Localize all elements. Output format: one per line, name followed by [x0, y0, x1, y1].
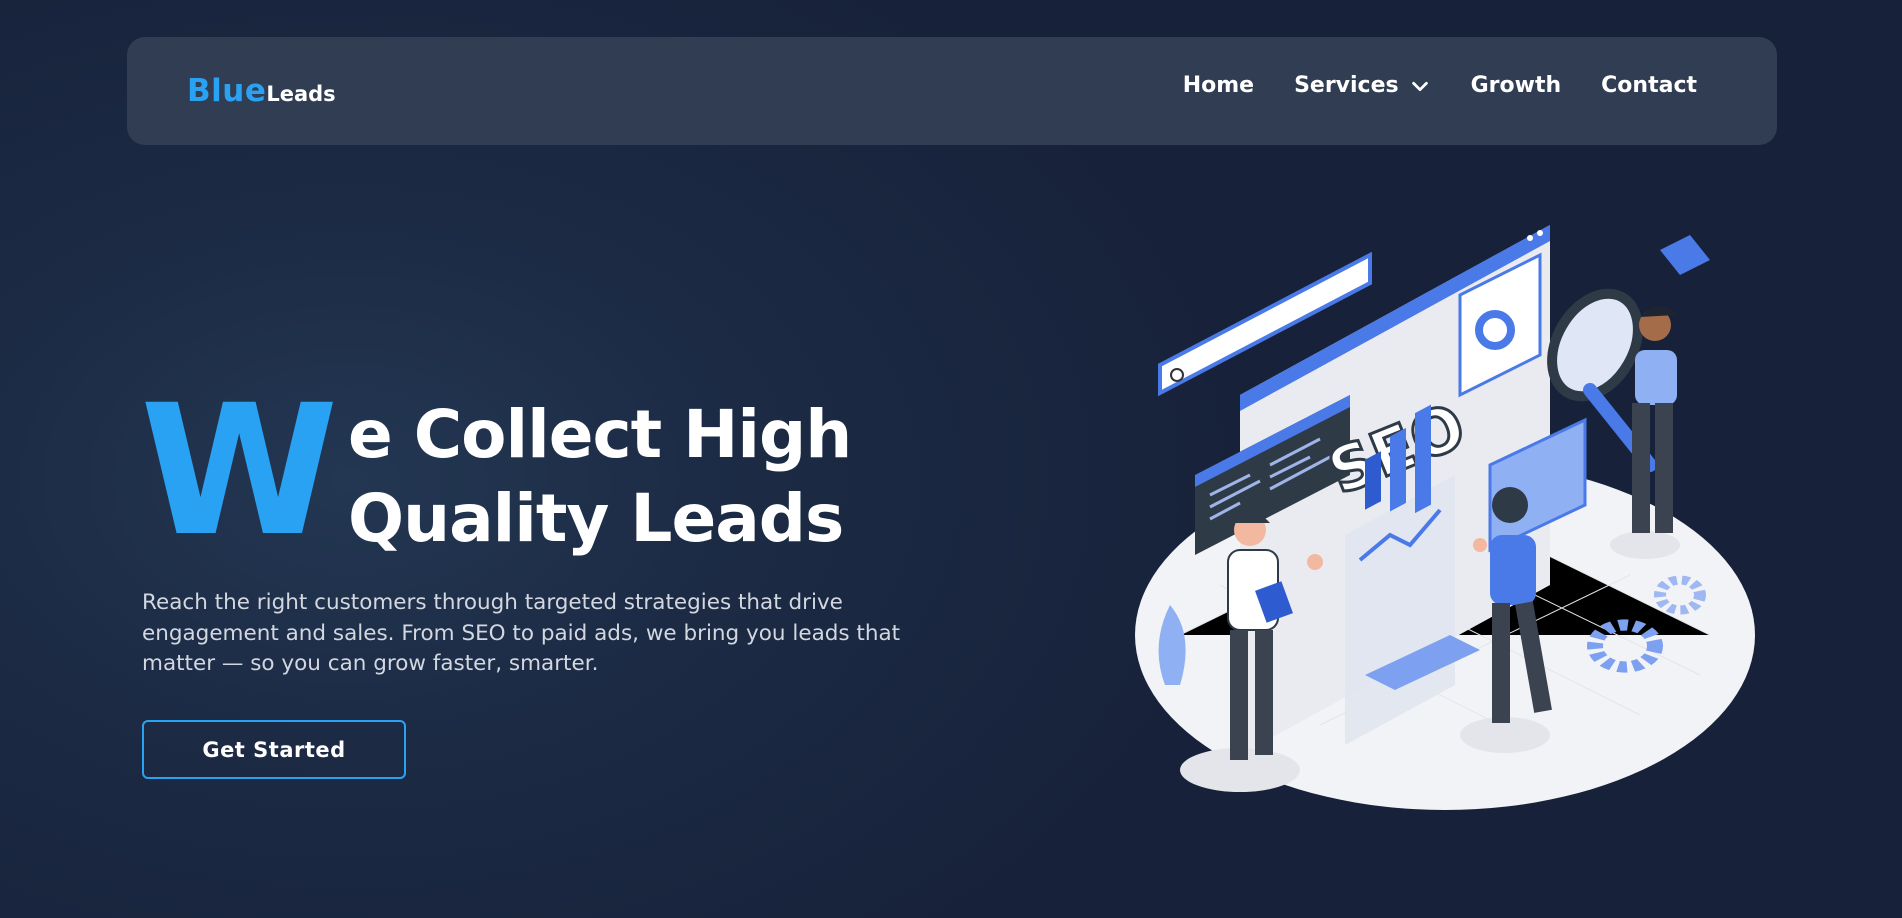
chevron-down-icon	[1411, 81, 1428, 91]
nav-item-home[interactable]: Home	[1183, 73, 1254, 98]
hero-headline: e Collect High Quality Leads	[348, 393, 852, 561]
nav-item-contact-label: Contact	[1601, 73, 1697, 98]
navbar: BlueLeads Home Services Growth Contact	[127, 37, 1777, 145]
nav-item-home-label: Home	[1182, 73, 1255, 98]
nav-menu: Home Services Growth Contact	[1183, 73, 1697, 98]
nav-item-growth[interactable]: Growth	[1471, 73, 1562, 98]
logo-blue-text: Blue	[187, 73, 267, 109]
get-started-button[interactable]: Get Started	[142, 720, 406, 779]
logo[interactable]: BlueLeads	[187, 73, 336, 109]
hero-headline-line2: Quality Leads	[348, 480, 844, 557]
nav-item-growth-label: Growth	[1470, 73, 1562, 98]
hero-headline-line1: e Collect High	[348, 396, 852, 473]
nav-item-contact[interactable]: Contact	[1601, 73, 1697, 98]
hero-subtitle: Reach the right customers through target…	[142, 590, 901, 676]
nav-item-services-label: Services	[1294, 73, 1399, 98]
logo-leads-text: Leads	[266, 82, 336, 106]
nav-item-services[interactable]: Services	[1294, 73, 1431, 98]
headline-big-letter: W	[140, 367, 339, 576]
seo-illustration: SEO	[1135, 225, 1755, 810]
